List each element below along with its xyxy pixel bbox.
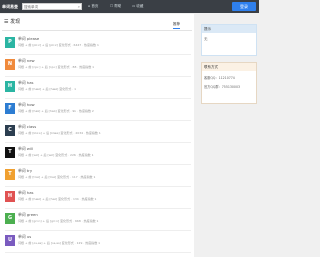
word-title[interactable]: 单词 will	[18, 146, 33, 152]
word-title[interactable]: 单词 green	[18, 212, 38, 218]
word-title[interactable]: 单词 has	[18, 190, 34, 196]
word-meta: 词根 + 前 [pli:z] + 后 [pli:z] 变化形式 · 6447 ·…	[18, 43, 99, 47]
word-title[interactable]: 单词 has	[18, 80, 34, 86]
list-item[interactable]: P 单词 please 词根 + 前 [pli:z] + 后 [pli:z] 变化形…	[3, 33, 191, 55]
contact-title: 联系方式	[202, 63, 256, 71]
list-item[interactable]: U 单词 us 词根 + 前 [ʌs,əs] + 后 [ʌs,əs] 变化形式 · …	[3, 231, 191, 253]
top-bar: 单词易查 ⌕ ⌂ 首页 ☐ 帮助 ▭ 收藏 登录	[0, 0, 259, 13]
contact-panel: 联系方式 客服QQ：11210774 官方QQ群：755130003	[201, 62, 257, 104]
word-meta: 词根 + 前 [gri:n] + 后 [gri:n] 变化形式 · 668 · …	[18, 219, 99, 223]
word-title[interactable]: 单词 new	[18, 58, 35, 64]
word-title[interactable]: 单词 class	[18, 124, 36, 130]
avatar: T	[5, 169, 15, 180]
tips-content: 无	[204, 37, 208, 41]
page-title-text: 发现	[10, 19, 21, 25]
list-item[interactable]: H 单词 has 词根 + 前 [hæz] + 后 [həz] 变化形式 · 134…	[3, 187, 191, 209]
avatar: F	[5, 103, 15, 114]
word-title[interactable]: 单词 us	[18, 234, 31, 240]
word-title[interactable]: 单词 how	[18, 102, 35, 108]
word-meta: 词根 + 前 [wɪl] + 后 [wɪl] 变化形式 · 226 · 热度指数…	[18, 153, 94, 157]
avatar: U	[5, 235, 15, 246]
tips-title: 提示	[202, 25, 256, 33]
item-divider	[5, 252, 191, 253]
menu-icon[interactable]: ☰	[4, 19, 8, 25]
list-item[interactable]: N 单词 new 词根 + 前 [nju:] + 后 [nju:] 变化形式 · 8…	[3, 55, 191, 77]
list-item[interactable]: T 单词 will 词根 + 前 [wɪl] + 后 [wɪl] 变化形式 · 22…	[3, 143, 191, 165]
avatar: P	[5, 37, 15, 48]
divider	[2, 30, 192, 31]
word-meta: 词根 + 前 [klɑ:s] + 后 [klæs] 变化形式 · 2034 · …	[18, 131, 101, 135]
avatar: G	[5, 213, 15, 224]
contact-qq: 客服QQ：11210774	[204, 76, 235, 80]
word-title[interactable]: 单词 try	[18, 168, 32, 174]
nav-help-label: 帮助	[114, 4, 122, 8]
login-button[interactable]: 登录	[232, 2, 256, 11]
search-icon[interactable]: ⌕	[78, 4, 80, 9]
search-input[interactable]	[23, 4, 73, 10]
sidebar: 提示 无 联系方式 客服QQ：11210774 官方QQ群：755130003	[198, 14, 259, 257]
nav-home-label: 首页	[91, 4, 99, 8]
tab-recommend[interactable]: 推荐	[173, 22, 180, 29]
contact-group: 官方QQ群：755130003	[204, 85, 241, 89]
list-item[interactable]: H 单词 has 词根 + 前 [hæz] + 后 [hæz] 变化形式 · 1	[3, 77, 191, 99]
list-item[interactable]: G 单词 green 词根 + 前 [gri:n] + 后 [gri:n] 变化形式…	[3, 209, 191, 231]
word-meta: 词根 + 前 [hæz] + 后 [həz] 变化形式 · 134 · 热度指数…	[18, 197, 97, 201]
word-meta: 词根 + 前 [nju:] + 后 [nju:] 变化形式 · 88 · 热度指…	[18, 65, 95, 69]
list-item[interactable]: C 单词 class 词根 + 前 [klɑ:s] + 后 [klæs] 变化形式 …	[3, 121, 191, 143]
list-item[interactable]: F 单词 how 词根 + 前 [haʊ] + 后 [haʊ] 变化形式 · 9k …	[3, 99, 191, 121]
word-meta: 词根 + 前 [traɪ] + 后 [traɪ] 变化形式 · 117 · 热度…	[18, 175, 96, 179]
word-meta: 词根 + 前 [ʌs,əs] + 后 [ʌs,əs] 变化形式 · 129 · …	[18, 241, 101, 245]
nav-favorites[interactable]: ▭ 收藏	[132, 4, 143, 9]
avatar: N	[5, 59, 15, 70]
word-meta: 词根 + 前 [haʊ] + 后 [haʊ] 变化形式 · 9k · 热度指数 …	[18, 109, 94, 113]
avatar: H	[5, 191, 15, 202]
page-title: ☰ 发现	[4, 18, 20, 25]
brand-logo[interactable]: 单词易查	[2, 4, 18, 10]
avatar: T	[5, 147, 15, 158]
word-title[interactable]: 单词 please	[18, 36, 39, 42]
avatar: H	[5, 81, 15, 92]
word-meta: 词根 + 前 [hæz] + 后 [hæz] 变化形式 · 1	[18, 87, 76, 91]
nav-help[interactable]: ☐ 帮助	[110, 4, 121, 9]
avatar: C	[5, 125, 15, 136]
tips-panel: 提示 无	[201, 24, 257, 56]
nav-home[interactable]: ⌂ 首页	[88, 4, 98, 9]
nav-favorites-label: 收藏	[136, 4, 144, 8]
list-item[interactable]: T 单词 try 词根 + 前 [traɪ] + 后 [traɪ] 变化形式 · 1…	[3, 165, 191, 187]
search-box[interactable]: ⌕	[22, 3, 82, 10]
